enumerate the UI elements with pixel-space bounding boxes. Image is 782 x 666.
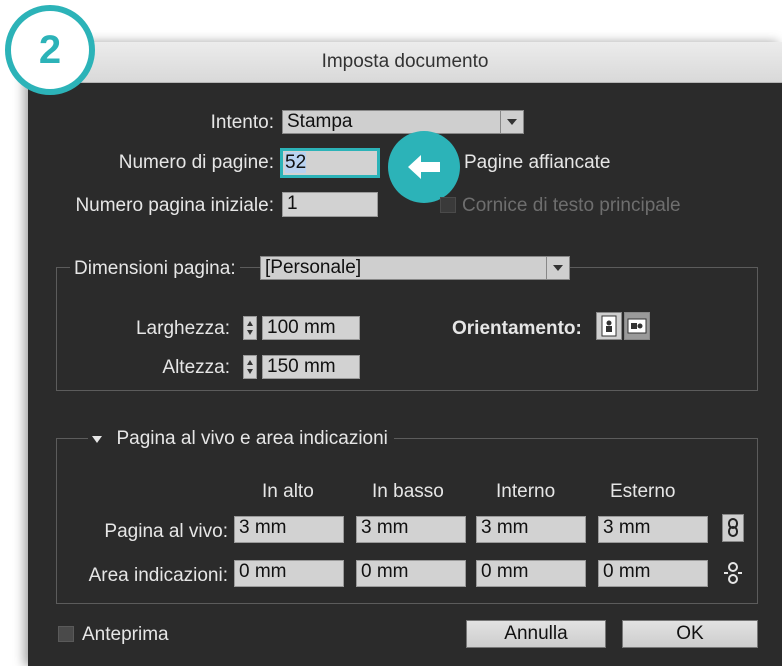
bleed-row-label: Pagina al vivo: [104, 521, 228, 542]
bleed-section-title: Pagina al vivo e area indicazioni [116, 428, 388, 449]
slug-bottom-field[interactable]: 0 mm [356, 560, 466, 587]
preview-checkbox[interactable] [58, 626, 74, 642]
chevron-down-icon [500, 111, 523, 133]
page-size-dropdown[interactable]: [Personale] [260, 256, 570, 280]
slug-row-label: Area indicazioni: [88, 565, 228, 586]
bleed-top-field[interactable]: 3 mm [234, 516, 344, 543]
page-count-field[interactable]: 52 [280, 148, 380, 178]
page-size-value: [Personale] [265, 257, 362, 278]
page-count-label: Numero di pagine: [118, 152, 274, 173]
start-page-field[interactable]: 1 [282, 192, 378, 217]
dialog-title: Imposta documento [321, 51, 489, 72]
disclosure-triangle-icon [92, 436, 102, 444]
intent-value: Stampa [287, 111, 353, 132]
cancel-button[interactable]: Annulla [466, 620, 606, 648]
width-stepper[interactable] [243, 316, 257, 340]
slug-outside-field[interactable]: 0 mm [598, 560, 708, 587]
width-field[interactable]: 100 mm [262, 316, 360, 340]
col-bottom: In basso [372, 481, 444, 502]
chevron-down-icon [546, 257, 569, 279]
preview-label: Anteprima [82, 624, 169, 645]
landscape-icon [627, 318, 647, 334]
master-text-frame-checkbox[interactable] [440, 197, 456, 213]
bleed-bottom-field[interactable]: 3 mm [356, 516, 466, 543]
col-top: In alto [262, 481, 314, 502]
portrait-orientation-button[interactable] [596, 312, 622, 340]
ok-button[interactable]: OK [622, 620, 758, 648]
slug-top-field[interactable]: 0 mm [234, 560, 344, 587]
step-number-badge: 2 [5, 5, 95, 95]
height-stepper[interactable] [243, 355, 257, 379]
landscape-orientation-button[interactable] [624, 312, 650, 340]
bleed-outside-field[interactable]: 3 mm [598, 516, 708, 543]
page-size-label: Dimensioni pagina: [70, 258, 240, 280]
slug-inside-field[interactable]: 0 mm [476, 560, 586, 587]
width-label: Larghezza: [135, 318, 230, 339]
bleed-section-header[interactable]: Pagina al vivo e area indicazioni [88, 428, 394, 450]
col-outside: Esterno [610, 481, 676, 502]
master-text-frame-label: Cornice di testo principale [462, 195, 681, 216]
start-page-label: Numero pagina iniziale: [75, 195, 274, 216]
height-field[interactable]: 150 mm [262, 355, 360, 379]
height-label: Altezza: [162, 357, 230, 378]
intent-label: Intento: [210, 112, 274, 133]
chain-link-icon[interactable] [722, 514, 744, 542]
orientation-label: Orientamento: [452, 318, 582, 339]
portrait-icon [601, 315, 617, 337]
bleed-inside-field[interactable]: 3 mm [476, 516, 586, 543]
col-inside: Interno [496, 481, 556, 502]
broken-link-icon[interactable] [722, 560, 744, 586]
page-count-value: 52 [285, 152, 307, 173]
facing-pages-label: Pagine affiancate [464, 152, 611, 173]
arrow-left-icon [388, 131, 460, 203]
